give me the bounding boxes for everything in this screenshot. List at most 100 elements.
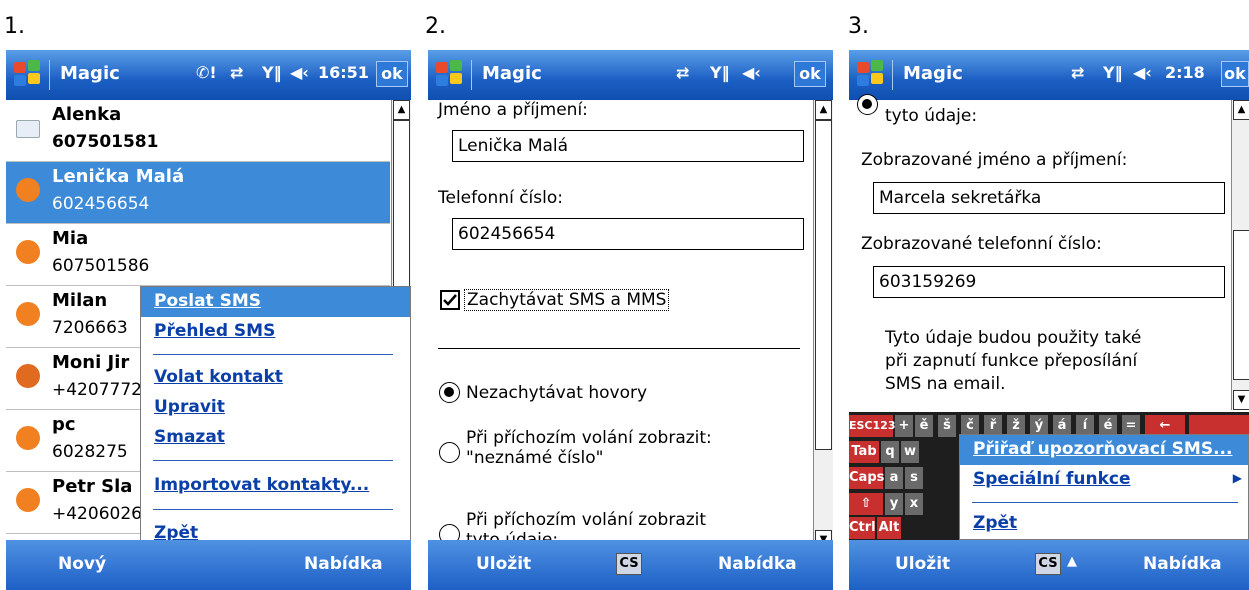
signal-icon[interactable]: Y‖ <box>710 63 730 82</box>
softkey-save[interactable]: Uložit <box>895 554 950 574</box>
softkey-menu[interactable]: Nabídka <box>718 554 797 574</box>
key-ctrl[interactable]: Ctrl <box>849 517 876 539</box>
scroll-thumb[interactable] <box>1233 230 1249 380</box>
menu-item-delete[interactable]: Smazat <box>141 423 410 453</box>
contact-icon <box>16 240 40 264</box>
keyboard-up-arrow-icon[interactable]: ▲ <box>1067 554 1077 569</box>
menu-item-sms-overview[interactable]: Přehled SMS <box>141 317 410 347</box>
call-alert-icon[interactable]: ✆! <box>196 63 217 82</box>
radio-no-capture[interactable] <box>439 382 460 403</box>
contact-name: Lenička Malá <box>52 166 185 187</box>
scroll-up-arrow-icon[interactable]: ▲ <box>393 100 410 120</box>
start-windows-icon[interactable] <box>434 59 468 89</box>
scroll-thumb[interactable] <box>393 120 410 292</box>
clock[interactable]: 16:51 <box>318 63 369 82</box>
key-tab[interactable]: Tab <box>849 441 879 463</box>
menu-item-call-contact[interactable]: Volat kontakt <box>141 363 410 393</box>
key[interactable]: ě <box>915 415 933 437</box>
contact-number: +4207772 <box>52 380 142 400</box>
signal-icon[interactable]: Y‖ <box>1103 63 1123 82</box>
contact-row-selected[interactable]: Lenička Malá 602456654 <box>6 162 390 224</box>
ok-button[interactable]: ok <box>794 61 826 87</box>
menu-item-edit[interactable]: Upravit <box>141 393 410 423</box>
key[interactable]: q <box>881 441 899 463</box>
key[interactable]: y <box>885 493 903 515</box>
key[interactable]: a <box>885 467 903 489</box>
volume-icon[interactable]: ◀‹ <box>290 63 309 82</box>
display-phone-field[interactable]: 603159269 <box>873 266 1225 298</box>
ok-button[interactable]: ok <box>1221 61 1249 87</box>
scrollbar[interactable]: ▲ ▼ <box>1231 100 1249 410</box>
menu-item-assign-notification-sms[interactable]: Přiřaď upozorňovací SMS... <box>960 435 1248 465</box>
display-name-label: Zobrazované jméno a příjmení: <box>861 150 1128 170</box>
radio-unknown-number-label-1: Při příchozím volání zobrazit: <box>466 428 712 448</box>
contact-icon <box>16 488 40 512</box>
scrollbar[interactable]: ▲ ▼ <box>813 100 833 550</box>
check-icon <box>443 294 457 306</box>
envelope-icon <box>16 120 40 138</box>
scroll-up-arrow-icon[interactable]: ▲ <box>815 100 832 120</box>
contact-name: Mia <box>52 228 89 249</box>
key-caps[interactable]: Caps <box>849 467 884 489</box>
soft-keyboard: ESC123 + ě š č ř ž ý á í é = ← Tab q w C… <box>849 412 1249 540</box>
capture-label[interactable]: Zachytávat SMS a MMS <box>464 289 670 311</box>
contact-icon <box>16 178 40 202</box>
key[interactable]: x <box>905 493 923 515</box>
start-windows-icon[interactable] <box>12 59 46 89</box>
keyboard-icon[interactable]: CS <box>1035 553 1061 575</box>
key[interactable]: w <box>901 441 919 463</box>
ok-button[interactable]: ok <box>376 61 408 87</box>
info-text-1: Tyto údaje budou použity také <box>885 328 1142 348</box>
softkey-save[interactable]: Uložit <box>476 554 531 574</box>
contact-number: 607501586 <box>52 256 150 276</box>
key[interactable]: š <box>938 415 956 437</box>
scroll-thumb[interactable] <box>815 120 832 450</box>
menu-item-back[interactable]: Zpět <box>960 509 1248 539</box>
signal-icon[interactable]: Y‖ <box>262 63 282 82</box>
name-field[interactable]: Lenička Malá <box>452 130 804 162</box>
scroll-down-arrow-icon[interactable]: ▼ <box>1233 390 1249 410</box>
softkey-bar: Uložit CS Nabídka <box>428 540 833 590</box>
softkey-menu[interactable]: Nabídka <box>304 554 383 574</box>
contact-row[interactable]: Mia 607501586 <box>6 224 390 286</box>
menu-separator <box>153 354 393 355</box>
key-esc-123[interactable]: ESC123 <box>849 415 895 437</box>
scroll-up-arrow-icon[interactable]: ▲ <box>1233 100 1249 120</box>
connectivity-icon[interactable]: ⇄ <box>676 63 689 82</box>
title-bar: Magic ✆! ⇄ Y‖ ◀‹ 16:51 ok <box>6 50 411 100</box>
menu-separator <box>972 502 1238 503</box>
key[interactable]: + <box>895 415 913 437</box>
key[interactable]: s <box>905 467 923 489</box>
clock[interactable]: 2:18 <box>1165 63 1205 82</box>
contact-row[interactable]: Alenka 607501581 <box>6 100 390 162</box>
display-name-field[interactable]: Marcela sekretářka <box>873 182 1225 214</box>
key-alt[interactable]: Alt <box>877 517 901 539</box>
key-shift-icon[interactable]: ⇧ <box>849 493 883 515</box>
volume-icon[interactable]: ◀‹ <box>1133 63 1152 82</box>
contact-number: 602456654 <box>52 194 150 214</box>
contact-name: Petr Sla <box>52 476 133 497</box>
keyboard-icon[interactable]: CS <box>616 553 642 575</box>
radio-show-details[interactable] <box>857 94 878 115</box>
radio-show-details-label-1: Při příchozím volání zobrazit <box>466 510 707 530</box>
radio-unknown-number-label-2: "neznámé číslo" <box>466 448 604 468</box>
radio-unknown-number[interactable] <box>439 442 460 463</box>
connectivity-icon[interactable]: ⇄ <box>1071 63 1084 82</box>
contact-name: Milan <box>52 290 108 311</box>
start-windows-icon[interactable] <box>855 59 889 89</box>
contact-number: 7206663 <box>52 318 128 338</box>
connectivity-icon[interactable]: ⇄ <box>230 63 243 82</box>
title-bar: Magic ⇄ Y‖ ◀‹ 2:18 ok <box>849 50 1249 100</box>
menu-item-special-functions[interactable]: Speciální funkce ▶ <box>960 465 1248 495</box>
softkey-new[interactable]: Nový <box>58 554 106 574</box>
capture-checkbox[interactable] <box>440 290 460 310</box>
softkey-menu[interactable]: Nabídka <box>1143 554 1222 574</box>
menu-item-send-sms[interactable]: Poslat SMS <box>141 287 410 317</box>
menu-item-import-contacts[interactable]: Importovat kontakty... <box>141 471 410 501</box>
step-number-1: 1. <box>4 14 25 39</box>
phone-field[interactable]: 602456654 <box>452 218 804 250</box>
screen-display-settings: Magic ⇄ Y‖ ◀‹ 2:18 ok tyto údaje: Zobraz… <box>849 50 1249 590</box>
volume-icon[interactable]: ◀‹ <box>742 63 761 82</box>
title-bar: Magic ⇄ Y‖ ◀‹ ok <box>428 50 833 100</box>
screen-contacts: Magic ✆! ⇄ Y‖ ◀‹ 16:51 ok Alenka 6075015… <box>6 50 411 590</box>
